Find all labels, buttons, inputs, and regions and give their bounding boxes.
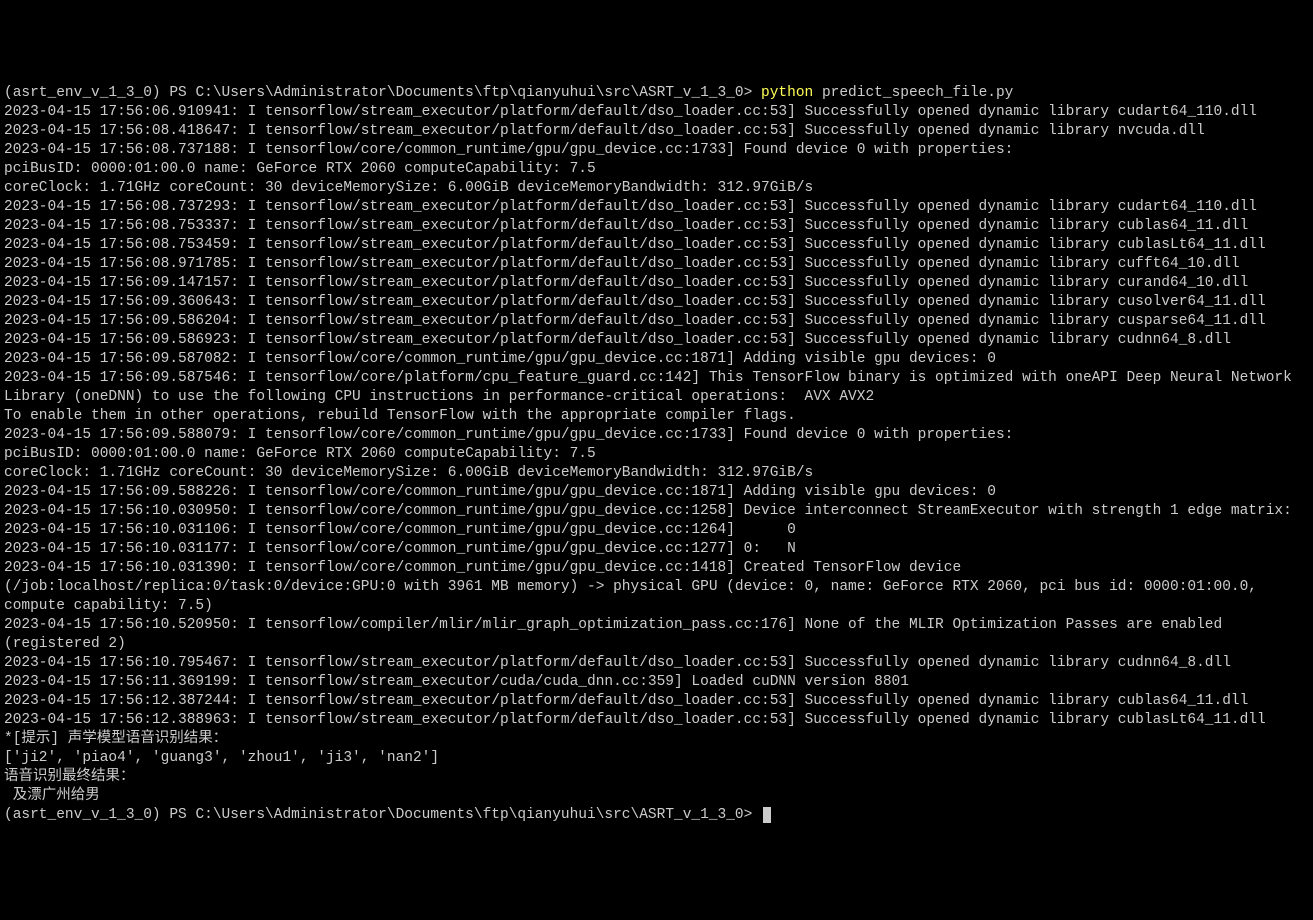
prompt-path: C:\Users\Administrator\Documents\ftp\qia… — [195, 85, 761, 101]
log-line: 2023-04-15 17:56:08.971785: I tensorflow… — [4, 255, 1309, 274]
command-line-1: (asrt_env_v_1_3_0) PS C:\Users\Administr… — [4, 84, 1309, 103]
log-line: 2023-04-15 17:56:11.369199: I tensorflow… — [4, 673, 1309, 692]
log-line: 2023-04-15 17:56:08.753459: I tensorflow… — [4, 236, 1309, 255]
log-line: coreClock: 1.71GHz coreCount: 30 deviceM… — [4, 179, 1309, 198]
log-line: 2023-04-15 17:56:08.418647: I tensorflow… — [4, 122, 1309, 141]
terminal-output[interactable]: (asrt_env_v_1_3_0) PS C:\Users\Administr… — [4, 84, 1309, 825]
log-line: pciBusID: 0000:01:00.0 name: GeForce RTX… — [4, 160, 1309, 179]
log-line: 2023-04-15 17:56:08.737188: I tensorflow… — [4, 141, 1309, 160]
prompt-ps: PS — [169, 85, 195, 101]
log-line: 2023-04-15 17:56:10.520950: I tensorflow… — [4, 616, 1309, 654]
log-line: 2023-04-15 17:56:09.147157: I tensorflow… — [4, 274, 1309, 293]
log-line: 2023-04-15 17:56:10.031106: I tensorflow… — [4, 521, 1309, 540]
command-python: python — [761, 85, 813, 101]
log-line: 2023-04-15 17:56:09.587546: I tensorflow… — [4, 369, 1309, 407]
log-line: 2023-04-15 17:56:09.588226: I tensorflow… — [4, 483, 1309, 502]
log-line: 2023-04-15 17:56:12.388963: I tensorflow… — [4, 711, 1309, 730]
prompt-env: (asrt_env_v_1_3_0) — [4, 85, 169, 101]
log-line: 2023-04-15 17:56:10.030950: I tensorflow… — [4, 502, 1309, 521]
log-line: 2023-04-15 17:56:09.586204: I tensorflow… — [4, 312, 1309, 331]
log-line: To enable them in other operations, rebu… — [4, 407, 1309, 426]
log-line: 及漂广州给男 — [4, 787, 1309, 806]
log-line: 2023-04-15 17:56:09.586923: I tensorflow… — [4, 331, 1309, 350]
log-line: 语音识别最终结果： — [4, 768, 1309, 787]
command-line-2: (asrt_env_v_1_3_0) PS C:\Users\Administr… — [4, 806, 1309, 825]
log-line: coreClock: 1.71GHz coreCount: 30 deviceM… — [4, 464, 1309, 483]
log-line: 2023-04-15 17:56:08.753337: I tensorflow… — [4, 217, 1309, 236]
log-line: 2023-04-15 17:56:08.737293: I tensorflow… — [4, 198, 1309, 217]
cursor-icon — [763, 807, 771, 823]
log-line: *[提示] 声学模型语音识别结果： — [4, 730, 1309, 749]
log-line: 2023-04-15 17:56:10.031390: I tensorflow… — [4, 559, 1309, 616]
log-line: 2023-04-15 17:56:09.587082: I tensorflow… — [4, 350, 1309, 369]
log-line: pciBusID: 0000:01:00.0 name: GeForce RTX… — [4, 445, 1309, 464]
prompt-path: C:\Users\Administrator\Documents\ftp\qia… — [195, 807, 761, 823]
command-arg: predict_speech_file.py — [813, 85, 1013, 101]
prompt-env: (asrt_env_v_1_3_0) — [4, 807, 169, 823]
log-line: 2023-04-15 17:56:10.031177: I tensorflow… — [4, 540, 1309, 559]
log-line: 2023-04-15 17:56:09.360643: I tensorflow… — [4, 293, 1309, 312]
log-line: 2023-04-15 17:56:12.387244: I tensorflow… — [4, 692, 1309, 711]
log-line: ['ji2', 'piao4', 'guang3', 'zhou1', 'ji3… — [4, 749, 1309, 768]
log-line: 2023-04-15 17:56:09.588079: I tensorflow… — [4, 426, 1309, 445]
log-line: 2023-04-15 17:56:10.795467: I tensorflow… — [4, 654, 1309, 673]
log-line: 2023-04-15 17:56:06.910941: I tensorflow… — [4, 103, 1309, 122]
prompt-ps: PS — [169, 807, 195, 823]
